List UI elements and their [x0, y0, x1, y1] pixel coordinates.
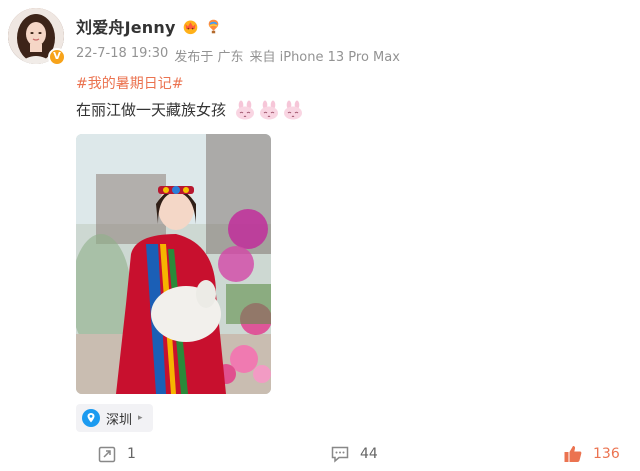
username[interactable]: 刘爱舟Jenny — [76, 14, 176, 38]
chevron-right-icon: ▸ — [138, 413, 143, 423]
comment-count: 44 — [360, 446, 378, 462]
thumbs-up-icon — [564, 446, 582, 462]
post-photo[interactable] — [76, 134, 271, 394]
location-tag[interactable]: 深圳 ▸ — [76, 404, 153, 432]
balloon-badge-icon[interactable] — [205, 18, 222, 35]
like-count: 136 — [593, 446, 620, 462]
comment-icon — [331, 446, 349, 463]
crown-badge-icon[interactable] — [182, 18, 199, 35]
bunny-emoji-icon — [260, 100, 279, 119]
hashtag-link[interactable]: #我的暑期日记# — [76, 73, 183, 93]
repost-icon — [98, 446, 116, 463]
post-region: 发布于 广东 — [174, 50, 244, 65]
verified-icon: V — [48, 48, 66, 66]
photo-illustration — [76, 134, 271, 394]
bunny-emoji-icon — [236, 100, 255, 119]
bunny-emoji-icon — [284, 100, 303, 119]
post-device: 来自 iPhone 13 Pro Max — [249, 50, 400, 65]
comment-button[interactable]: 44 — [330, 444, 378, 464]
location-label: 深圳 — [106, 412, 133, 428]
post-time[interactable]: 22-7-18 19:30 — [76, 46, 168, 65]
action-bar: 1 44 136 — [0, 440, 640, 470]
post-text: 在丽江做一天藏族女孩 — [76, 101, 227, 119]
username-row: 刘爱舟Jenny — [76, 15, 222, 37]
emoji-group — [234, 100, 304, 120]
post-meta: 22-7-18 19:30 发布于 广东 来自 iPhone 13 Pro Ma… — [76, 46, 400, 65]
post-content: 在丽江做一天藏族女孩 — [76, 99, 304, 120]
repost-button[interactable]: 1 — [97, 444, 136, 464]
like-button[interactable]: 136 — [563, 444, 620, 464]
repost-count: 1 — [127, 446, 136, 462]
avatar[interactable]: V — [8, 8, 66, 66]
location-pin-icon — [82, 409, 100, 427]
